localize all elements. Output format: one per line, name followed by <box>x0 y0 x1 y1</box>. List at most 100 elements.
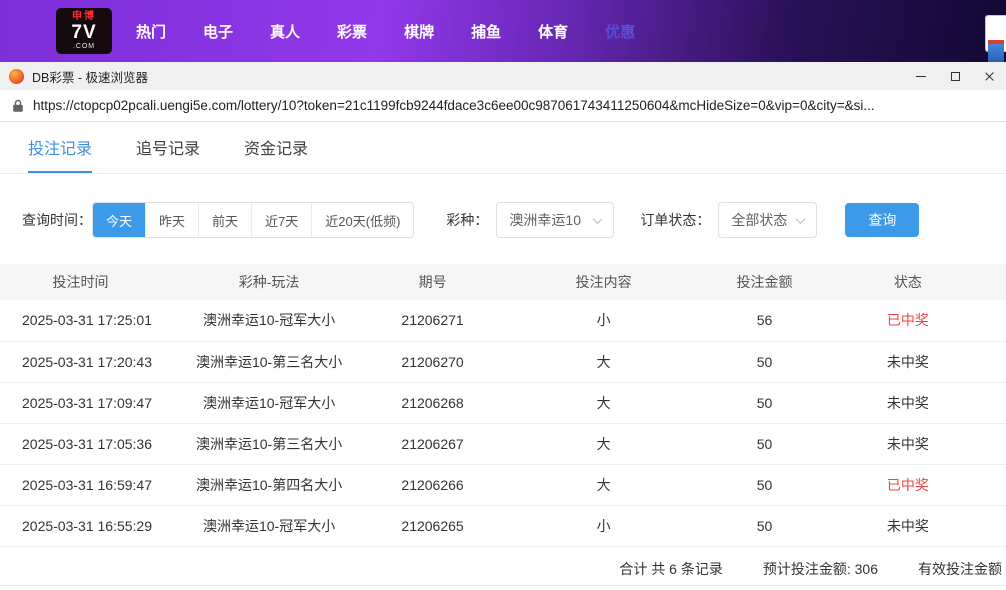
cell-issue: 21206265 <box>377 505 488 547</box>
cell-content: 大 <box>487 464 720 506</box>
maximize-icon <box>950 71 960 81</box>
cell-content: 大 <box>487 423 720 465</box>
cell-game: 澳洲幸运10-冠军大小 <box>160 382 378 424</box>
summary-valid-amount: 有效投注金额 <box>918 560 1002 577</box>
cell-amount: 50 <box>719 464 810 506</box>
chevron-down-icon <box>795 213 806 224</box>
cell-issue: 21206270 <box>377 341 488 383</box>
cell-bet-time: 2025-03-31 17:05:36 <box>0 423 161 465</box>
time-btn-day-before[interactable]: 前天 <box>198 203 252 237</box>
site-logo[interactable]: 申博 7V .COM <box>56 8 112 54</box>
cell-bet-time: 2025-03-31 17:25:01 <box>0 300 161 342</box>
col-header-issue: 期号 <box>377 264 488 300</box>
col-header-game: 彩种-玩法 <box>160 264 378 300</box>
nav-item-fishing[interactable]: 捕鱼 <box>471 21 501 42</box>
chevron-down-icon <box>592 213 603 224</box>
tab-chase-records[interactable]: 追号记录 <box>136 122 200 173</box>
nav-item-promo[interactable]: 优惠 <box>605 21 635 42</box>
lottery-select[interactable]: 澳洲幸运10 <box>496 202 615 238</box>
col-header-status: 状态 <box>809 264 1006 300</box>
cell-status: 未中奖 <box>809 382 1006 424</box>
tab-bet-records[interactable]: 投注记录 <box>28 122 93 173</box>
url-input[interactable]: https://ctopcp02pcali.uengi5e.com/lotter… <box>33 98 994 113</box>
site-top-nav: 申博 7V .COM 热门 电子 真人 彩票 棋牌 捕鱼 体育 优惠 <box>0 0 1006 62</box>
cell-bet-time: 2025-03-31 16:59:47 <box>0 464 161 506</box>
window-controls <box>904 62 1006 90</box>
nav-item-lottery[interactable]: 彩票 <box>337 21 367 42</box>
close-button[interactable] <box>972 62 1006 90</box>
cell-amount: 56 <box>719 300 810 342</box>
bet-records-table: 投注时间 彩种-玩法 期号 投注内容 投注金额 状态 2025-03-31 17… <box>0 264 1006 547</box>
cell-content: 小 <box>487 505 720 547</box>
cell-issue: 21206268 <box>377 382 488 424</box>
search-button[interactable]: 查询 <box>845 203 920 237</box>
table-row: 2025-03-31 17:05:36 澳洲幸运10-第三名大小 2120626… <box>0 423 1006 465</box>
cell-amount: 50 <box>719 341 810 383</box>
time-btn-today[interactable]: 今天 <box>93 203 146 237</box>
lottery-select-value: 澳洲幸运10 <box>509 212 581 228</box>
cell-game: 澳洲幸运10-第四名大小 <box>160 464 378 506</box>
cell-bet-time: 2025-03-31 17:20:43 <box>0 341 161 383</box>
summary-expected-amount: 预计投注金额: 306 <box>762 560 878 577</box>
cell-game: 澳洲幸运10-冠军大小 <box>160 300 378 342</box>
cell-content: 大 <box>487 341 720 383</box>
cell-amount: 50 <box>719 423 810 465</box>
logo-text-main: 7V <box>71 21 97 43</box>
time-btn-20days[interactable]: 近20天(低频) <box>311 203 414 237</box>
time-filter-label: 查询时间： <box>22 212 92 228</box>
cell-status: 未中奖 <box>809 505 1006 547</box>
cell-game: 澳洲幸运10-第三名大小 <box>160 341 378 383</box>
nav-item-sports[interactable]: 体育 <box>538 21 568 42</box>
cell-game: 澳洲幸运10-第三名大小 <box>160 423 378 465</box>
browser-window-title: DB彩票 - 极速浏览器 <box>32 70 148 85</box>
cell-amount: 50 <box>719 382 810 424</box>
close-icon <box>984 71 995 82</box>
nav-item-live[interactable]: 真人 <box>270 21 300 42</box>
nav-item-board[interactable]: 棋牌 <box>404 21 434 42</box>
summary-bar: 合计 共 6 条记录 预计投注金额: 306 有效投注金额 <box>0 547 1006 585</box>
minimize-button[interactable] <box>904 62 938 90</box>
lock-icon[interactable] <box>12 99 24 113</box>
site-nav-menu: 热门 电子 真人 彩票 棋牌 捕鱼 体育 优惠 <box>136 21 635 42</box>
cell-issue: 21206266 <box>377 464 488 506</box>
tab-fund-records[interactable]: 资金记录 <box>244 122 308 173</box>
time-range-group: 今天 昨天 前天 近7天 近20天(低频) <box>92 202 415 238</box>
summary-total-count: 合计 共 6 条记录 <box>619 560 723 577</box>
cell-issue: 21206267 <box>377 423 488 465</box>
cell-status: 未中奖 <box>809 423 1006 465</box>
cell-game: 澳洲幸运10-冠军大小 <box>160 505 378 547</box>
table-header-row: 投注时间 彩种-玩法 期号 投注内容 投注金额 状态 <box>0 264 1006 300</box>
order-status-select[interactable]: 全部状态 <box>718 202 818 238</box>
cell-status: 已中奖 <box>809 300 1006 342</box>
record-tabs: 投注记录 追号记录 资金记录 <box>0 122 1006 174</box>
cell-status: 已中奖 <box>809 464 1006 506</box>
filter-bar: 查询时间： 今天 昨天 前天 近7天 近20天(低频) 彩种： 澳洲幸运10 订… <box>22 202 1006 238</box>
browser-address-bar: https://ctopcp02pcali.uengi5e.com/lotter… <box>0 90 1006 122</box>
logo-text-suffix: .COM <box>72 42 96 50</box>
col-header-bet-time: 投注时间 <box>0 264 161 300</box>
status-select-value: 全部状态 <box>731 212 788 228</box>
col-header-content: 投注内容 <box>487 264 720 300</box>
minimize-icon <box>916 75 926 77</box>
status-filter-label: 订单状态： <box>640 212 711 228</box>
cell-issue: 21206271 <box>377 300 488 342</box>
cell-bet-time: 2025-03-31 17:09:47 <box>0 382 161 424</box>
nav-item-hot[interactable]: 热门 <box>136 21 166 42</box>
table-row: 2025-03-31 17:25:01 澳洲幸运10-冠军大小 21206271… <box>0 300 1006 342</box>
floating-window-thumbnail[interactable] <box>985 15 1006 62</box>
cell-content: 大 <box>487 382 720 424</box>
browser-title-bar: DB彩票 - 极速浏览器 <box>0 62 1006 90</box>
browser-app-icon <box>9 68 24 84</box>
col-header-amount: 投注金额 <box>719 264 810 300</box>
time-btn-7days[interactable]: 近7天 <box>251 203 312 237</box>
divider <box>0 584 1006 586</box>
lottery-filter-label: 彩种： <box>446 212 489 228</box>
nav-item-slots[interactable]: 电子 <box>203 21 233 42</box>
cell-bet-time: 2025-03-31 16:55:29 <box>0 505 161 547</box>
cell-content: 小 <box>487 300 720 342</box>
cell-status: 未中奖 <box>809 341 1006 383</box>
maximize-button[interactable] <box>938 62 972 90</box>
time-btn-yesterday[interactable]: 昨天 <box>145 203 199 237</box>
cell-amount: 50 <box>719 505 810 547</box>
table-row: 2025-03-31 16:55:29 澳洲幸运10-冠军大小 21206265… <box>0 505 1006 547</box>
